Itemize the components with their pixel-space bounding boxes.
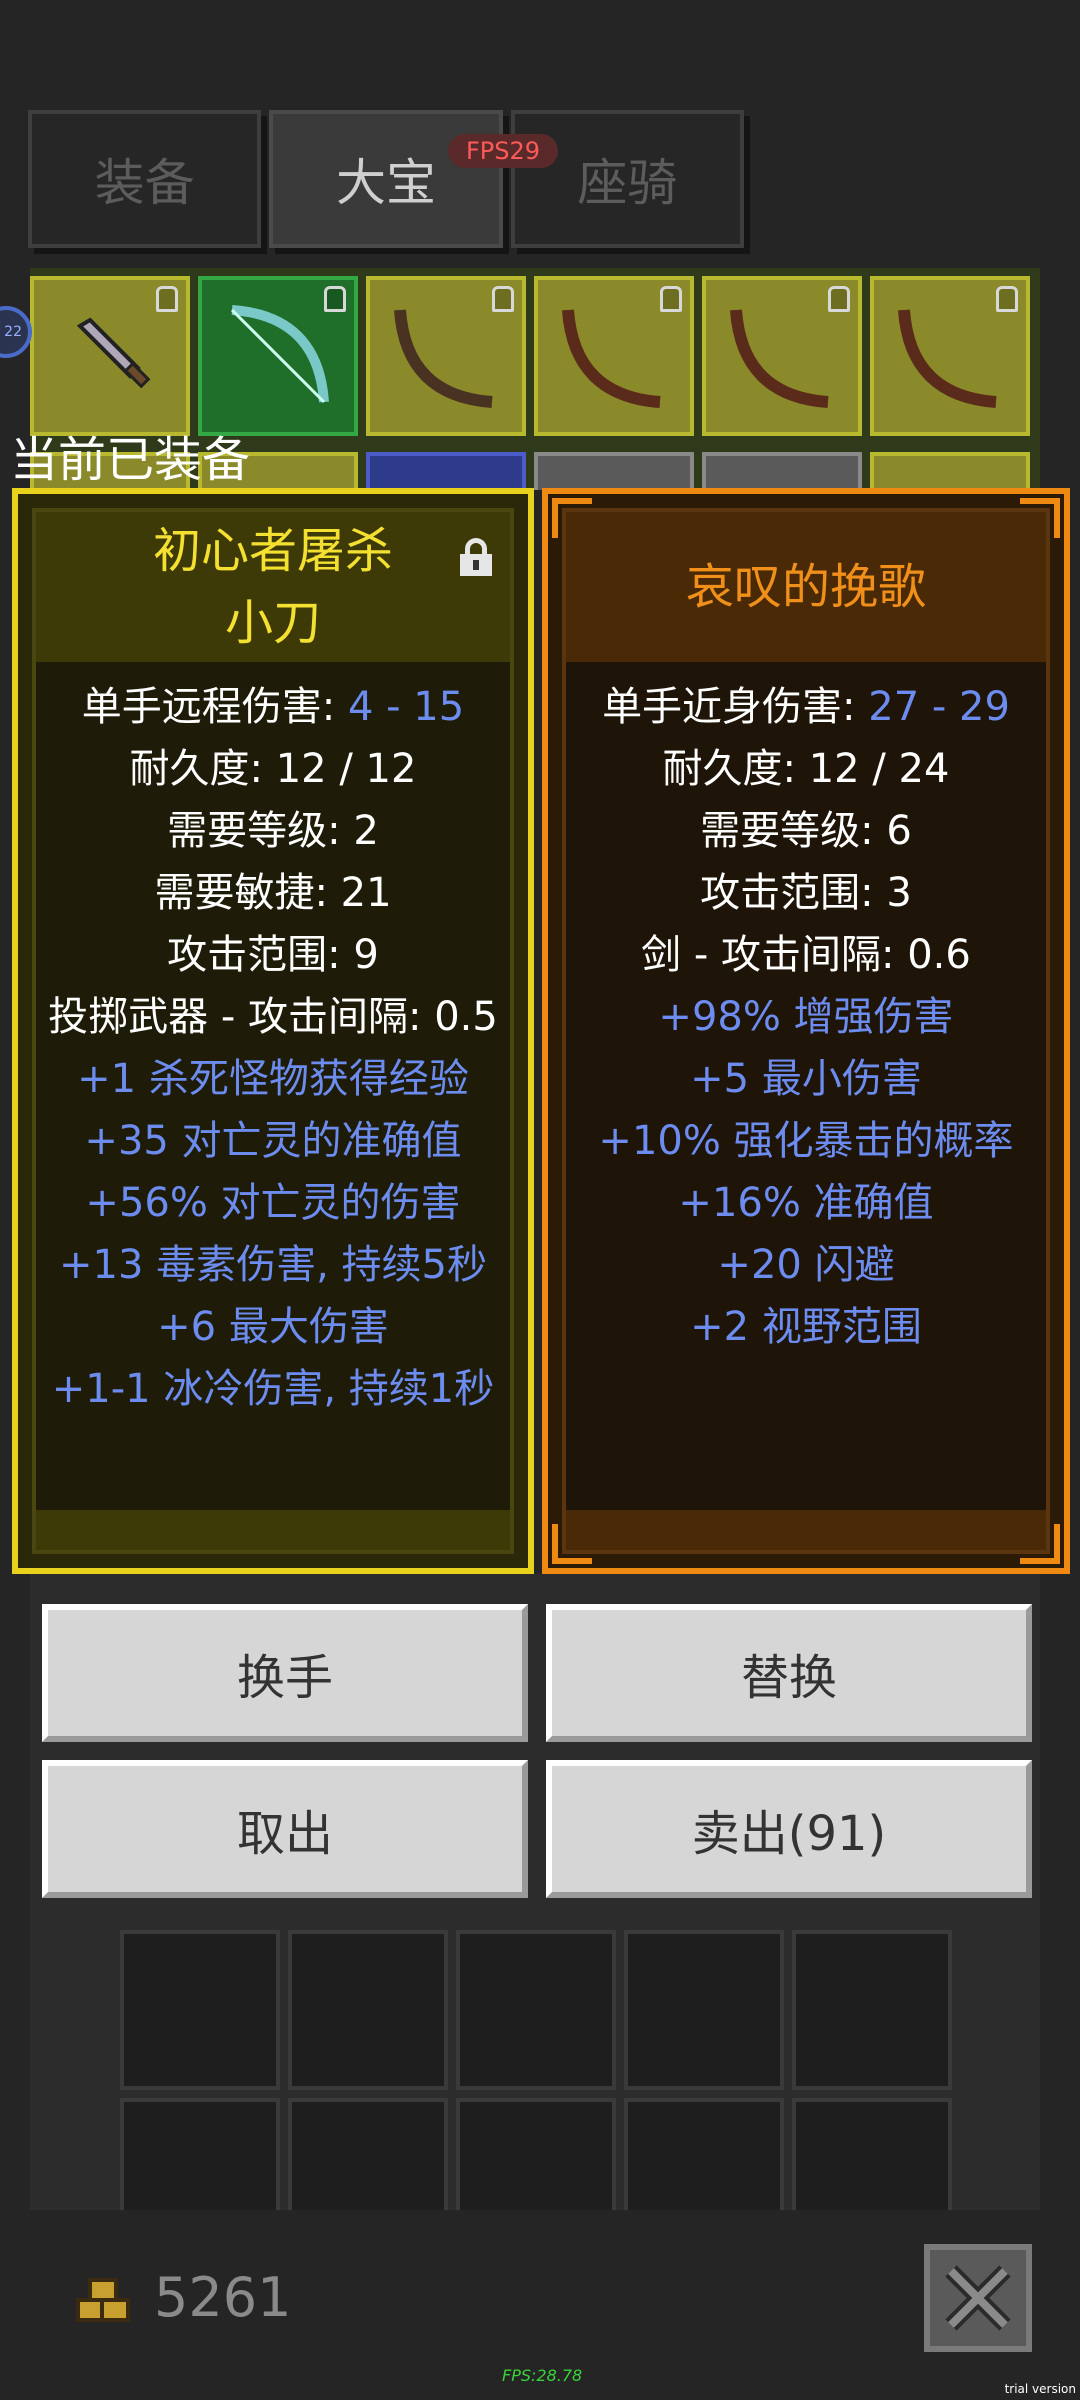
bonus-line: +6 最大伤害 — [157, 1304, 389, 1350]
inventory-slot[interactable] — [870, 276, 1030, 436]
equipped-item-card: 哀叹的挽歌 单手近身伤害: 27 - 29 耐久度: 12 / 24 需要等级:… — [542, 488, 1070, 1574]
lock-icon[interactable] — [460, 538, 492, 576]
side-level-badge[interactable]: 22 — [0, 306, 32, 358]
inventory-slot[interactable] — [702, 276, 862, 436]
item-stats: 单手近身伤害: 27 - 29 耐久度: 12 / 24 需要等级: 6 攻击范… — [566, 662, 1046, 1358]
bonus-line: +35 对亡灵的准确值 — [84, 1118, 462, 1164]
bag-slot[interactable] — [624, 1930, 784, 2090]
close-icon — [945, 2265, 1011, 2331]
bonus-line: +20 闪避 — [717, 1242, 895, 1288]
inventory-slot[interactable] — [534, 276, 694, 436]
category-tabs: 装备 大宝 座骑 — [28, 110, 744, 248]
bag-slot[interactable] — [456, 1930, 616, 2090]
stat-line: 攻击范围: 3 — [700, 870, 912, 916]
bag-slot[interactable] — [792, 1930, 952, 2090]
inventory-slot[interactable] — [366, 452, 526, 490]
bow-icon — [562, 309, 661, 408]
gold-icon — [70, 2274, 134, 2330]
item-name-text: 哀叹的挽歌 — [685, 559, 926, 615]
bonus-line: +16% 准确值 — [678, 1180, 934, 1226]
item-stats: 单手远程伤害: 4 - 15 耐久度: 12 / 12 需要等级: 2 需要敏捷… — [36, 662, 510, 1420]
lock-icon — [660, 286, 682, 312]
lock-icon — [828, 286, 850, 312]
stat-line: 需要敏捷: 21 — [154, 870, 392, 916]
stat-line: 单手远程伤害: 4 - 15 — [81, 684, 465, 730]
tab-mount[interactable]: 座骑 — [510, 110, 744, 248]
stat-line: 投掷武器 - 攻击间隔: 0.5 — [48, 994, 498, 1040]
bonus-line: +1-1 冰冷伤害, 持续1秒 — [51, 1366, 495, 1412]
bonus-line: +1 杀死怪物获得经验 — [77, 1056, 469, 1102]
item-name-line1: 初心者屠杀 — [152, 523, 393, 579]
trial-version-label: trial version — [1004, 2382, 1076, 2396]
inventory-slot[interactable] — [366, 276, 526, 436]
stat-line: 耐久度: 12 / 24 — [662, 746, 950, 792]
bonus-line: +13 毒素伤害, 持续5秒 — [58, 1242, 487, 1288]
inventory-slot-selected[interactable] — [198, 276, 358, 436]
lock-icon — [996, 286, 1018, 312]
lock-icon — [156, 286, 178, 312]
card-footer — [36, 1510, 510, 1550]
bow-icon — [230, 305, 329, 404]
bow-icon — [730, 309, 829, 408]
stat-line: 需要等级: 6 — [700, 808, 912, 854]
sell-button[interactable]: 卖出(91) — [546, 1760, 1032, 1898]
close-button[interactable] — [924, 2244, 1032, 2352]
replace-button[interactable]: 替换 — [546, 1604, 1032, 1742]
item-name-line2: 小刀 — [224, 595, 321, 651]
fps-badge: FPS29 — [448, 134, 558, 168]
item-name: 哀叹的挽歌 — [566, 512, 1046, 662]
lock-icon — [492, 286, 514, 312]
bonus-line: +98% 增强伤害 — [658, 994, 954, 1040]
bonus-line: +5 最小伤害 — [690, 1056, 922, 1102]
inventory-slot[interactable] — [30, 276, 190, 436]
item-name: 初心者屠杀 小刀 — [36, 512, 510, 662]
inventory-slot[interactable] — [870, 452, 1030, 490]
inventory-slot[interactable] — [702, 452, 862, 490]
bonus-line: +10% 强化暴击的概率 — [598, 1118, 1014, 1164]
stat-line: 单手近身伤害: 27 - 29 — [602, 684, 1010, 730]
bonus-line: +2 视野范围 — [690, 1304, 922, 1350]
stat-line: 剑 - 攻击间隔: 0.6 — [641, 932, 971, 978]
bag-slot[interactable] — [120, 1930, 280, 2090]
currently-equipped-label: 当前已装备 — [10, 432, 251, 488]
take-out-button[interactable]: 取出 — [42, 1760, 528, 1898]
bow-icon — [394, 309, 493, 408]
inventory-slot[interactable] — [534, 452, 694, 490]
gold-amount: 5261 — [154, 2266, 292, 2329]
bonus-line: +56% 对亡灵的伤害 — [85, 1180, 461, 1226]
stat-line: 耐久度: 12 / 12 — [129, 746, 417, 792]
selected-item-card: 初心者屠杀 小刀 单手远程伤害: 4 - 15 耐久度: 12 / 12 需要等… — [12, 488, 534, 1574]
lock-icon — [324, 286, 346, 312]
bag-slot[interactable] — [288, 1930, 448, 2090]
swap-hand-button[interactable]: 换手 — [42, 1604, 528, 1742]
dagger-icon — [76, 317, 151, 389]
tab-equipment[interactable]: 装备 — [28, 110, 262, 248]
tab-treasure[interactable]: 大宝 — [269, 110, 503, 248]
stat-line: 攻击范围: 9 — [167, 932, 379, 978]
bow-icon — [898, 309, 997, 408]
card-footer — [566, 1510, 1046, 1550]
stat-line: 需要等级: 2 — [167, 808, 379, 854]
fps-counter: FPS:28.78 — [502, 2366, 583, 2385]
